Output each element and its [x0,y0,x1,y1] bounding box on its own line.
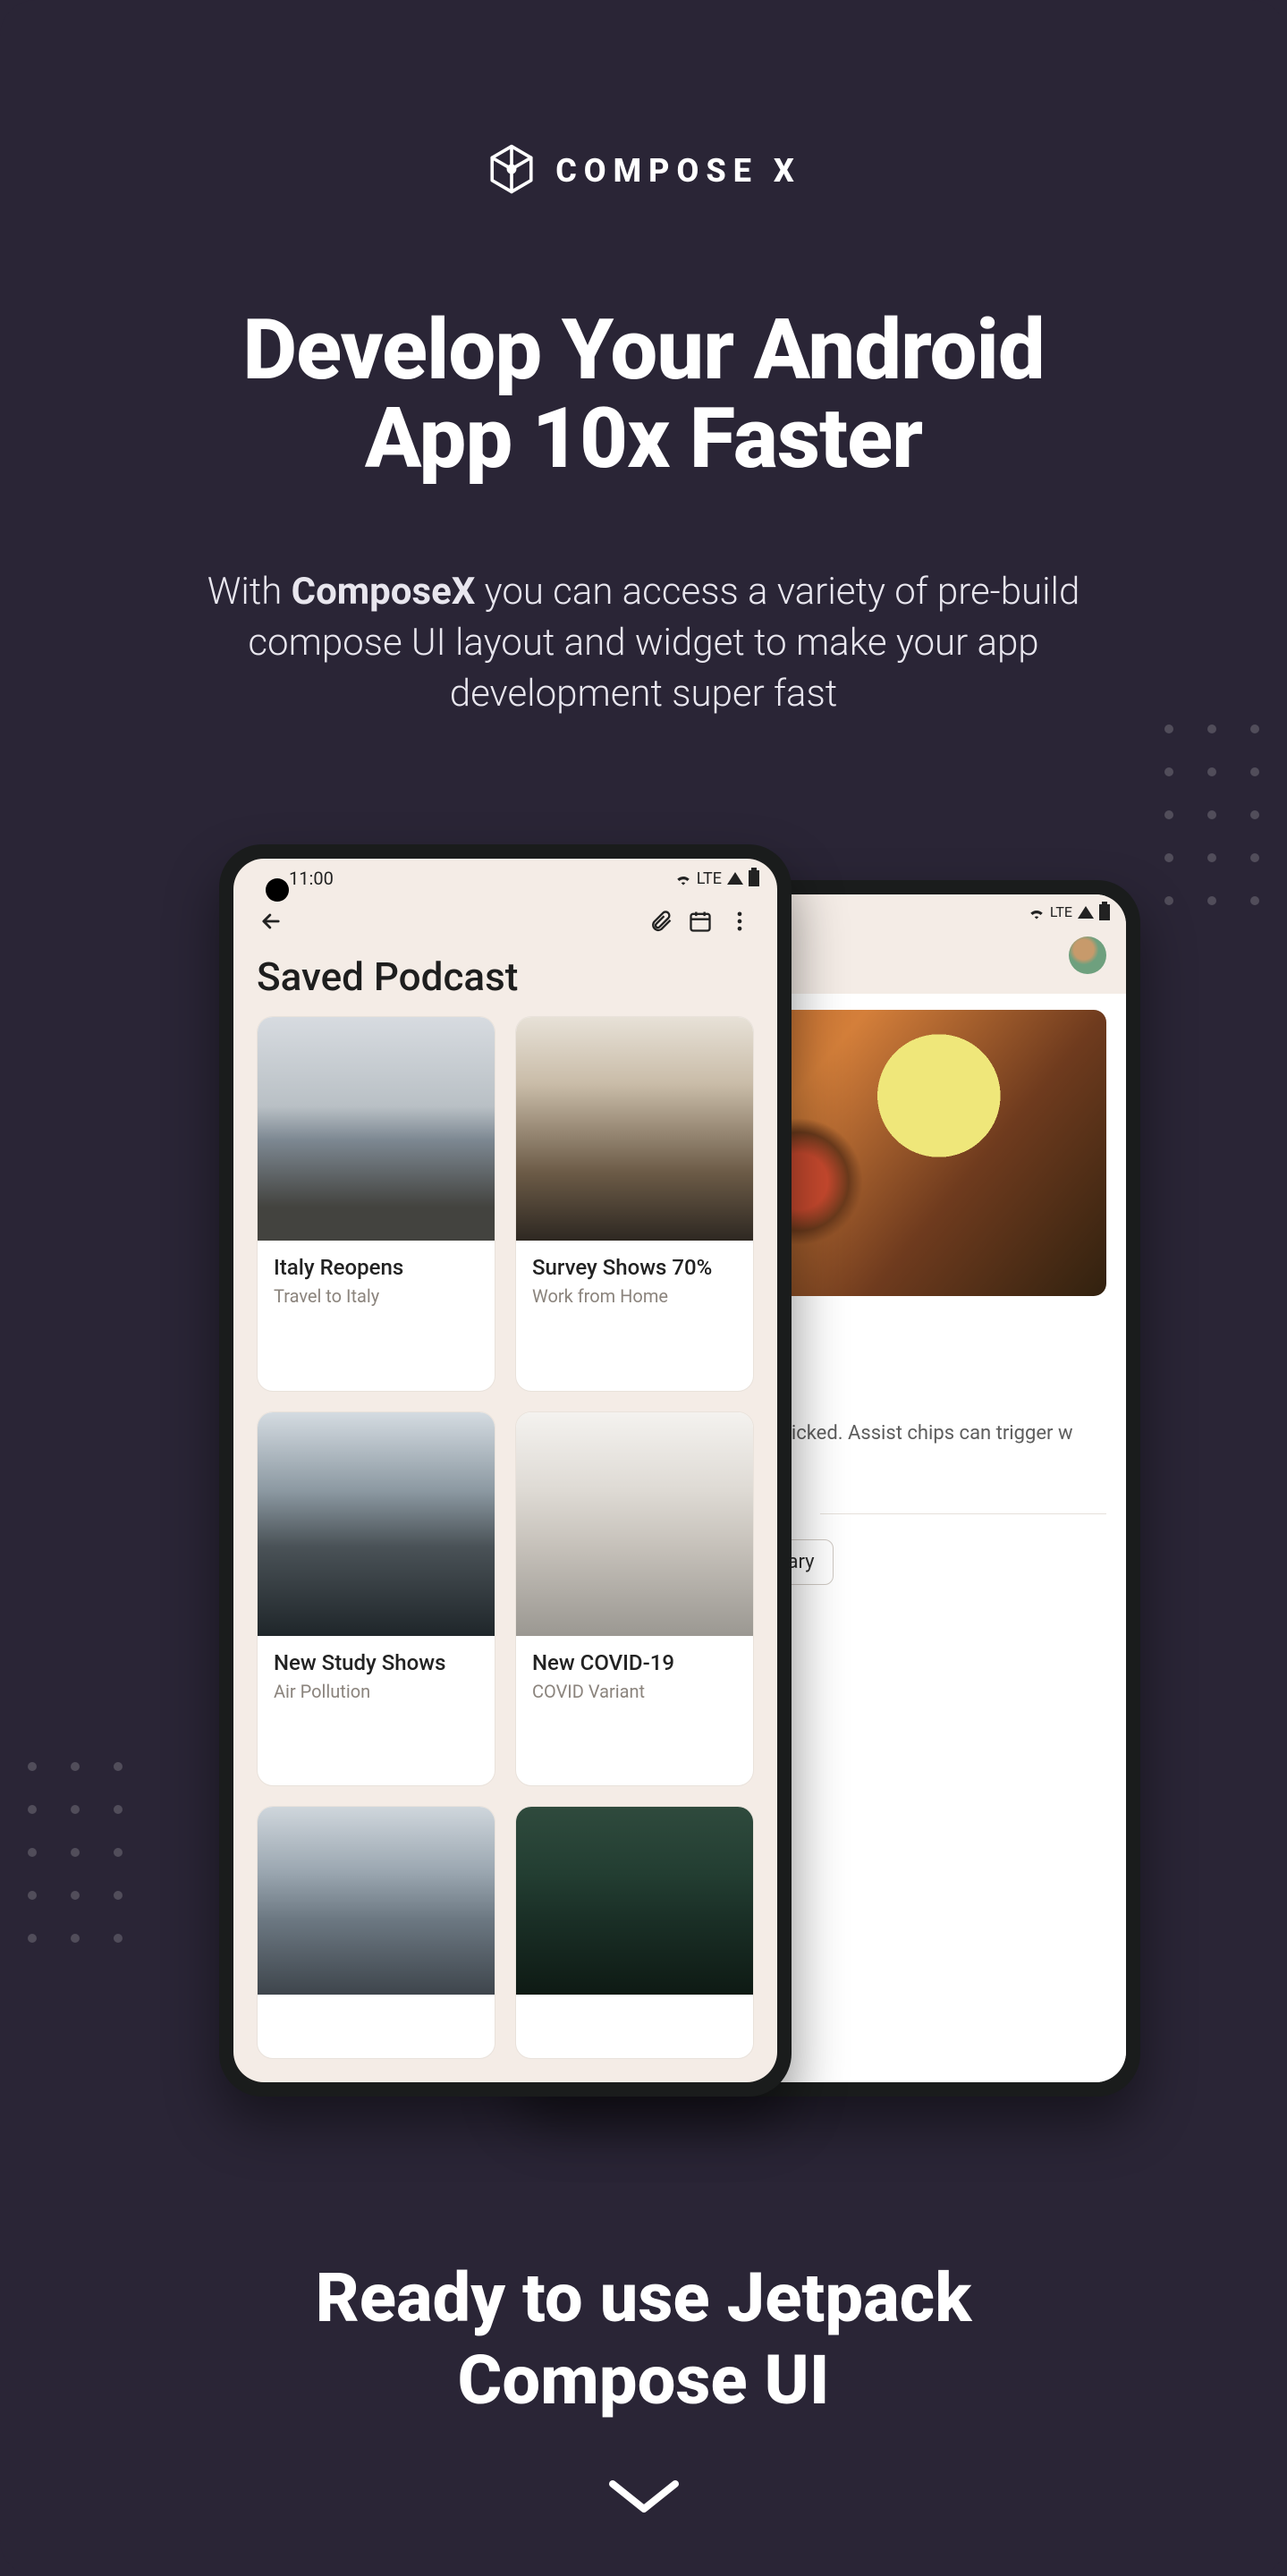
arrow-left-icon [258,909,284,934]
podcast-title: Survey Shows 70% [532,1255,737,1280]
phone-saved-podcast: 11:00 LTE [219,844,792,2097]
wifi-icon [1029,905,1045,919]
hero-subtitle: With ComposeX you can access a variety o… [0,567,1287,719]
podcast-subtitle: Work from Home [532,1285,737,1307]
hero-title: Develop Your Android App 10x Faster [0,306,1287,482]
more-vertical-icon [727,909,752,934]
podcast-image [516,1412,753,1636]
phones-mockup: LTE Chip Progress ★ ★ 1,185 reviews n, T… [0,844,1287,2123]
podcast-title: New Study Shows [274,1650,478,1675]
podcast-card[interactable]: Survey Shows 70% Work from Home [515,1016,754,1391]
avatar[interactable] [1069,936,1106,974]
network-label: LTE [697,869,722,888]
scroll-down-indicator[interactable] [0,2475,1287,2520]
podcast-image [516,1807,753,1995]
page-title: Saved Podcast [233,953,777,1016]
podcast-card[interactable]: New Study Shows Air Pollution [257,1411,495,1786]
hero-title-line1: Develop Your Android [242,301,1045,399]
attach-button[interactable] [641,902,681,941]
battery-icon [1099,904,1110,920]
status-time: 11:00 [289,868,334,889]
calendar-icon [688,909,713,934]
podcast-subtitle: COVID Variant [532,1681,737,1702]
calendar-button[interactable] [681,902,720,941]
battery-icon [749,870,759,886]
back-button[interactable] [251,902,291,941]
podcast-subtitle: Travel to Italy [274,1285,478,1307]
brand-lockup: COMPOSE X [0,143,1287,199]
podcast-title: New COVID-19 [532,1650,737,1675]
signal-icon [1078,906,1094,919]
podcast-card[interactable]: New COVID-19 COVID Variant [515,1411,754,1786]
podcast-card[interactable] [257,1806,495,2059]
divider [820,1513,1106,1514]
hero-sub-before: With [207,570,292,614]
status-bar: 11:00 LTE [233,859,777,893]
podcast-image [258,1807,495,1995]
podcast-image [516,1017,753,1241]
podcast-grid: Italy Reopens Travel to Italy Survey Sho… [233,1016,777,2082]
wifi-icon [675,871,691,886]
brand-logo-icon [486,143,538,199]
podcast-subtitle: Air Pollution [274,1681,478,1702]
section-title: Ready to use Jetpack Compose UI [0,2258,1287,2420]
hero-title-line2: App 10x Faster [365,389,922,487]
overflow-button[interactable] [720,902,759,941]
hero-sub-bold: ComposeX [292,570,476,614]
network-label: LTE [1050,903,1072,920]
brand-name: COMPOSE X [555,152,801,190]
podcast-image [258,1412,495,1636]
paperclip-icon [648,909,673,934]
chevron-down-icon [605,2475,682,2520]
section-title-line2: Compose UI [458,2340,830,2420]
section-title-line1: Ready to use Jetpack [316,2258,972,2338]
signal-icon [727,872,743,885]
toolbar [233,893,777,953]
podcast-card[interactable] [515,1806,754,2059]
podcast-image [258,1017,495,1241]
podcast-title: Italy Reopens [274,1255,478,1280]
podcast-card[interactable]: Italy Reopens Travel to Italy [257,1016,495,1391]
